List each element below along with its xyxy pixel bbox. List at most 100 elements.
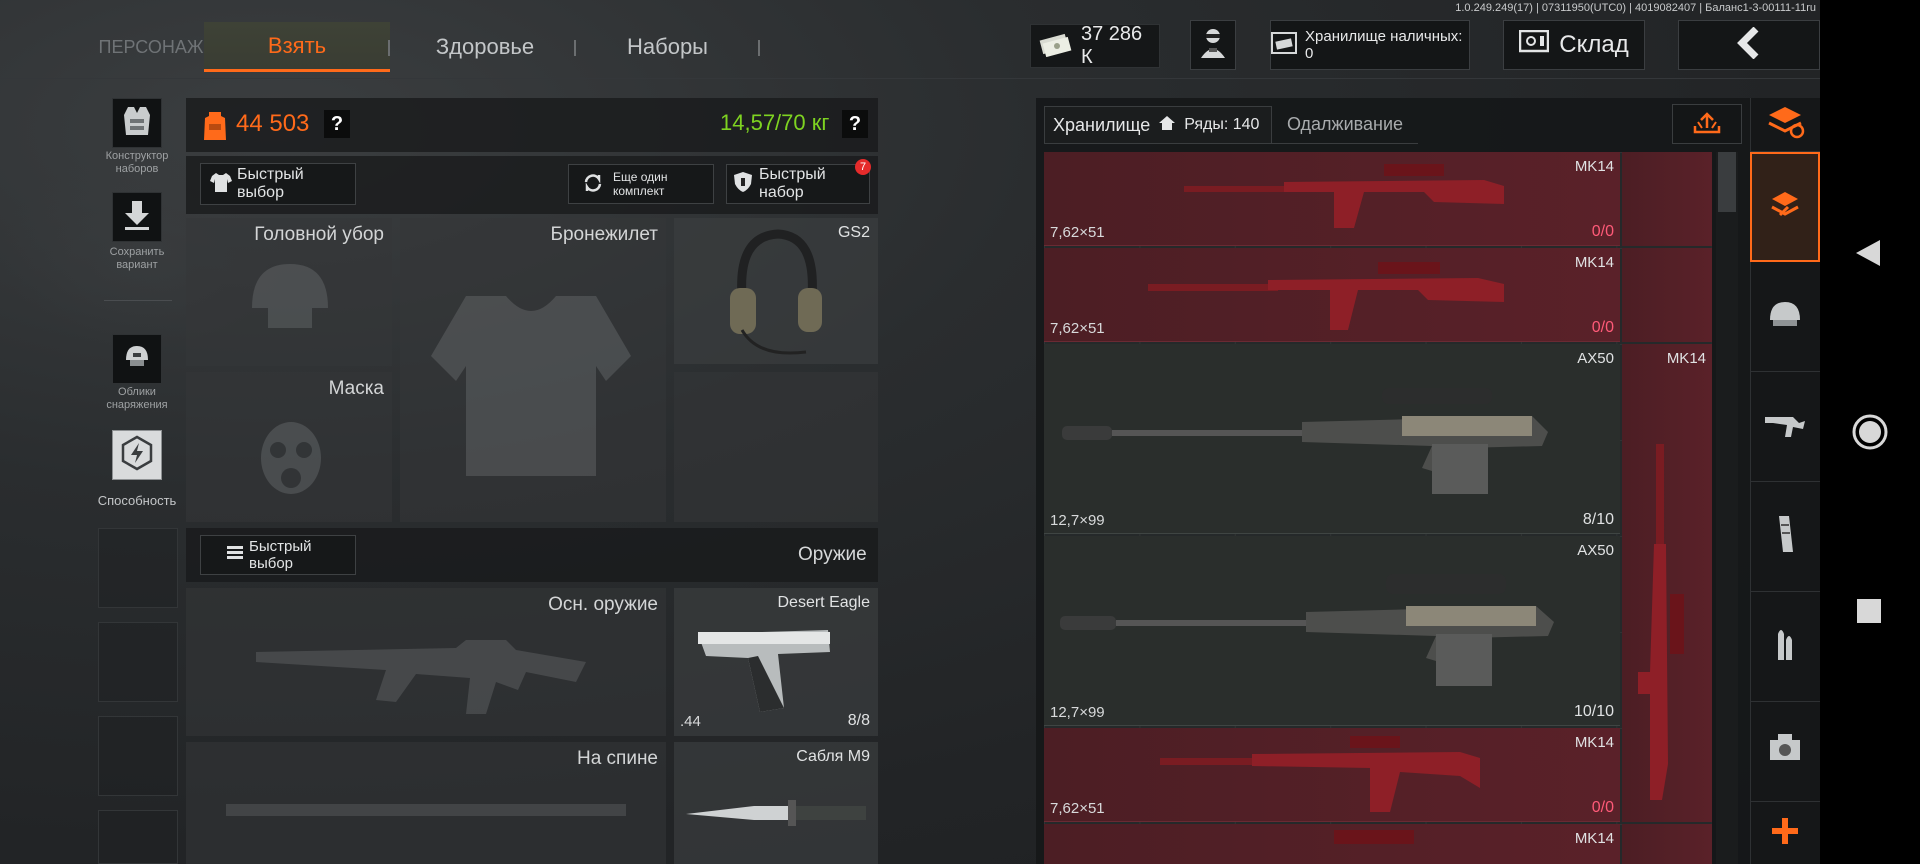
tab-take[interactable]: Взять bbox=[204, 22, 390, 72]
money-icon bbox=[1039, 31, 1073, 62]
vest-placeholder-icon bbox=[426, 286, 636, 491]
home-circle-icon bbox=[1850, 414, 1890, 456]
storage-rows: Ряды: 140 bbox=[1184, 116, 1260, 133]
storage-item-ax50[interactable]: AX50 12,7×99 8/10 bbox=[1044, 344, 1620, 534]
empty-ability-slot[interactable] bbox=[98, 528, 178, 608]
category-magazines[interactable] bbox=[1750, 482, 1820, 592]
rifle-vertical-icon bbox=[1636, 444, 1696, 809]
category-backpack[interactable] bbox=[1750, 152, 1820, 262]
knife-slot[interactable]: Сабля М9 bbox=[674, 742, 878, 864]
storage-item-ax50[interactable]: AX50 12,7×99 10/10 bbox=[1044, 536, 1620, 726]
weight-help-button[interactable]: ? bbox=[842, 110, 868, 138]
helmet-placeholder-icon bbox=[242, 258, 338, 343]
top-divider bbox=[0, 78, 1820, 79]
backpack-value-icon bbox=[202, 108, 228, 147]
nav-home-button[interactable] bbox=[1850, 412, 1890, 457]
weight-indicator: 14,57/70 кг bbox=[720, 110, 830, 135]
storage-item-name: AX50 bbox=[1577, 350, 1614, 367]
sniper-item-icon bbox=[1060, 570, 1560, 695]
empty-ability-slot[interactable] bbox=[98, 810, 178, 864]
game-screen: 1.0.249.249(17) | 07311950(UTC0) | 40190… bbox=[0, 0, 1820, 864]
back-arrow-icon bbox=[1734, 26, 1764, 64]
tab-separator bbox=[758, 40, 760, 56]
ability-button[interactable] bbox=[112, 430, 162, 480]
tab-storage[interactable]: Хранилище Ряды: 140 bbox=[1044, 106, 1272, 144]
storage-item-mk14-vertical[interactable]: MK14 bbox=[1622, 344, 1712, 822]
storage-item-ammo: 0/0 bbox=[1591, 319, 1614, 336]
weapons-title: Оружие bbox=[798, 544, 867, 565]
another-set-label: Еще один комплект bbox=[613, 170, 668, 198]
back-weapon-placeholder-icon bbox=[226, 790, 626, 835]
empty-ability-slot[interactable] bbox=[98, 622, 178, 702]
rifle-icon bbox=[1763, 409, 1807, 444]
storage-item-mk14[interactable]: MK14 bbox=[1044, 824, 1620, 864]
pistol-slot[interactable]: Desert Eagle .44 8/8 bbox=[674, 588, 878, 736]
pistol-ammo: 8/8 bbox=[847, 712, 870, 729]
headset-slot[interactable]: GS2 bbox=[674, 218, 878, 364]
armor-slot[interactable]: Бронежилет bbox=[400, 218, 666, 522]
gear-skins-button[interactable] bbox=[112, 334, 162, 384]
shirt-icon bbox=[209, 171, 233, 198]
headwear-label: Головной убор bbox=[254, 224, 384, 245]
empty-ability-slot[interactable] bbox=[98, 716, 178, 796]
weapons-quick-select-label: Быстрый выбор bbox=[249, 538, 312, 572]
storage-scrollbar[interactable] bbox=[1716, 152, 1738, 864]
stack-icon bbox=[1765, 105, 1805, 144]
category-attachments[interactable] bbox=[1750, 702, 1820, 802]
quick-select-button[interactable]: Быстрый выбор bbox=[200, 163, 356, 205]
tab-lending[interactable]: Одалживание bbox=[1272, 106, 1418, 144]
category-all[interactable] bbox=[1750, 98, 1820, 152]
warehouse-button[interactable]: Склад bbox=[1503, 20, 1645, 70]
category-weapons[interactable] bbox=[1750, 372, 1820, 482]
operator-button[interactable] bbox=[1190, 20, 1236, 70]
pistol-icon bbox=[688, 608, 838, 723]
back-button[interactable] bbox=[1678, 20, 1820, 70]
ability-label: Способность bbox=[97, 493, 177, 508]
kit-builder-label: Конструктор наборов bbox=[105, 150, 169, 175]
storage-item-mk14[interactable]: MK14 7,62×51 0/0 bbox=[1044, 152, 1620, 246]
knife-icon bbox=[684, 792, 870, 837]
mask-label: Маска bbox=[328, 378, 384, 399]
storage-item-caliber: 12,7×99 bbox=[1050, 704, 1105, 721]
storage-item-name: MK14 bbox=[1574, 830, 1614, 847]
sniper-item-icon bbox=[1062, 388, 1552, 503]
add-category-button[interactable] bbox=[1750, 802, 1820, 864]
storage-item-caliber: 7,62×51 bbox=[1050, 224, 1105, 241]
scrollbar-thumb[interactable] bbox=[1718, 152, 1736, 212]
storage-item-ammo: 0/0 bbox=[1591, 799, 1614, 816]
nav-recents-button[interactable] bbox=[1856, 598, 1882, 629]
storage-side-cell bbox=[1622, 152, 1712, 246]
value-help-button[interactable]: ? bbox=[324, 110, 350, 138]
storage-item-ammo: 0/0 bbox=[1591, 223, 1614, 240]
warehouse-label: Склад bbox=[1559, 31, 1629, 58]
storage-item-mk14[interactable]: MK14 7,62×51 0/0 bbox=[1044, 728, 1620, 822]
helmet-icon bbox=[1767, 298, 1803, 335]
save-variant-button[interactable] bbox=[112, 192, 162, 242]
category-helmet[interactable] bbox=[1750, 262, 1820, 372]
sidebar-divider bbox=[104, 300, 172, 301]
another-set-button[interactable]: Еще один комплект bbox=[568, 164, 714, 204]
primary-weapon-slot[interactable]: Осн. оружие bbox=[186, 588, 666, 736]
storage-item-mk14[interactable]: MK14 7,62×51 0/0 bbox=[1044, 248, 1620, 342]
back-weapon-slot[interactable]: На спине bbox=[186, 742, 666, 864]
storage-item-caliber: 7,62×51 bbox=[1050, 800, 1105, 817]
sort-button[interactable] bbox=[1672, 104, 1742, 144]
extra-gear-slot[interactable] bbox=[674, 372, 878, 522]
storage-item-ammo: 10/10 bbox=[1573, 703, 1614, 720]
kit-builder-button[interactable] bbox=[112, 98, 162, 148]
quick-kit-button[interactable]: Быстрый набор 7 bbox=[726, 159, 871, 204]
mask-slot[interactable]: Маска bbox=[186, 372, 392, 522]
tab-character[interactable]: ПЕРСОНАЖ bbox=[96, 22, 206, 72]
cash-storage-button[interactable]: Хранилище наличных: 0 bbox=[1270, 20, 1470, 70]
headwear-slot[interactable]: Головной убор bbox=[186, 218, 392, 366]
category-ammo[interactable] bbox=[1750, 592, 1820, 702]
nav-back-button[interactable] bbox=[1854, 238, 1882, 273]
bullets-icon bbox=[1770, 624, 1800, 669]
magazine-icon bbox=[1773, 514, 1797, 559]
vest-icon bbox=[122, 105, 152, 142]
build-info: 1.0.249.249(17) | 07311950(UTC0) | 40190… bbox=[1455, 2, 1816, 14]
tab-kits[interactable]: Наборы bbox=[590, 22, 745, 72]
tab-separator bbox=[388, 40, 390, 56]
weapons-quick-select-button[interactable]: Быстрый выбор bbox=[200, 535, 356, 575]
tab-health[interactable]: Здоровье bbox=[410, 22, 560, 72]
